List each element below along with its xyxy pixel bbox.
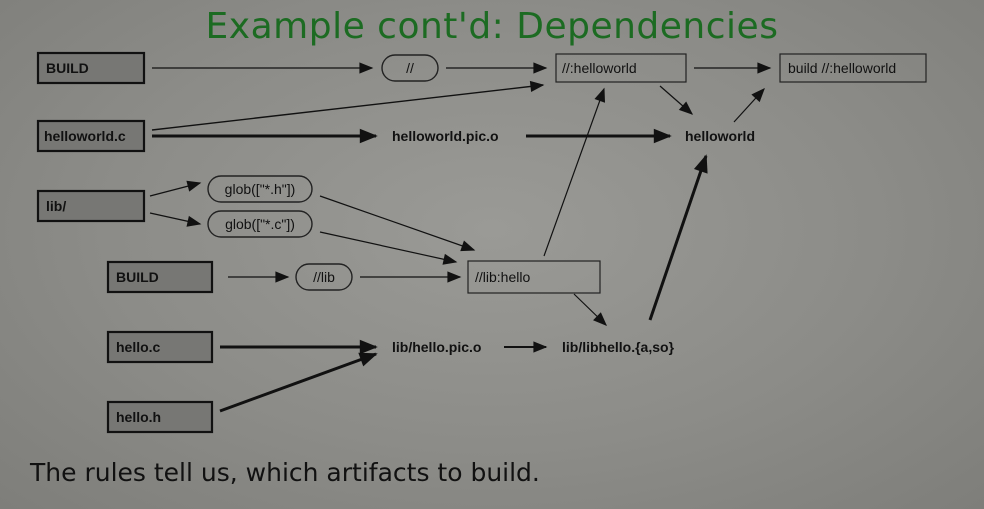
node-hello-c: hello.c [106, 330, 214, 364]
node-lib-libhello: lib/libhello.{a,so} [562, 339, 675, 355]
svg-text:glob(["*.c"]): glob(["*.c"]) [225, 216, 295, 232]
edge-lib-dir-to-glob-c [149, 212, 202, 227]
slide: Example cont'd: Dependencies BUILD hello… [0, 0, 984, 509]
edges [149, 62, 772, 413]
node-target-lib-hello: //lib:hello [467, 260, 601, 294]
target-boxes: //:helloworld build //:helloworld //lib:… [467, 53, 927, 294]
node-build-root: BUILD [36, 51, 146, 85]
edge-target-lib-to-libhello [573, 293, 608, 326]
node-helloworld-bin: helloworld [685, 128, 755, 144]
node-lib-hello-pic-o: lib/hello.pic.o [392, 339, 481, 355]
edge-glob-h-to-target-lib [319, 195, 476, 252]
node-hello-h: hello.h [106, 400, 214, 434]
edge-target-helloworld-to-helloworld-bin [659, 85, 694, 115]
node-target-helloworld: //:helloworld [555, 53, 687, 83]
edge-helloworld-c-to-target-helloworld [151, 80, 545, 131]
node-build-lib: BUILD [106, 260, 214, 294]
edge-hello-h-to-lib-pic-o [219, 352, 378, 413]
node-glob-c: glob(["*.c"]) [207, 210, 313, 238]
svg-text:hello.h: hello.h [116, 409, 161, 425]
svg-text://lib: //lib [313, 269, 335, 285]
svg-text://:helloworld: //:helloworld [562, 60, 637, 76]
svg-text:hello.c: hello.c [116, 339, 161, 355]
dependency-diagram: BUILD helloworld.c lib/ BUILD hello.c he… [36, 51, 927, 434]
svg-text://: // [406, 60, 414, 76]
node-pkg-lib: //lib [295, 263, 353, 291]
edge-helloworld-bin-to-build-helloworld [733, 87, 765, 123]
svg-text:BUILD: BUILD [46, 60, 89, 76]
artifact-labels: helloworld.pic.o helloworld lib/hello.pi… [392, 128, 755, 355]
edge-libhello-to-helloworld-bin [648, 154, 708, 321]
node-helloworld-c: helloworld.c [36, 119, 146, 153]
source-boxes: BUILD helloworld.c lib/ BUILD hello.c he… [36, 51, 214, 434]
svg-text:helloworld.c: helloworld.c [44, 128, 126, 144]
node-helloworld-pic-o: helloworld.pic.o [392, 128, 499, 144]
svg-text:BUILD: BUILD [116, 269, 159, 285]
svg-text:build //:helloworld: build //:helloworld [788, 60, 896, 76]
edge-target-lib-to-target-helloworld [543, 87, 606, 257]
svg-text://lib:hello: //lib:hello [475, 269, 530, 285]
edge-lib-dir-to-glob-h [149, 180, 202, 197]
slide-caption: The rules tell us, which artifacts to bu… [30, 458, 540, 487]
node-pkg-root: // [381, 54, 439, 82]
svg-text:lib/: lib/ [46, 198, 66, 214]
node-glob-h: glob(["*.h"]) [207, 175, 313, 203]
package-pills: // glob(["*.h"]) glob(["*.c"]) //lib [207, 54, 439, 291]
svg-text:glob(["*.h"]): glob(["*.h"]) [225, 181, 296, 197]
node-lib-dir: lib/ [36, 189, 146, 223]
node-build-helloworld: build //:helloworld [779, 53, 927, 83]
